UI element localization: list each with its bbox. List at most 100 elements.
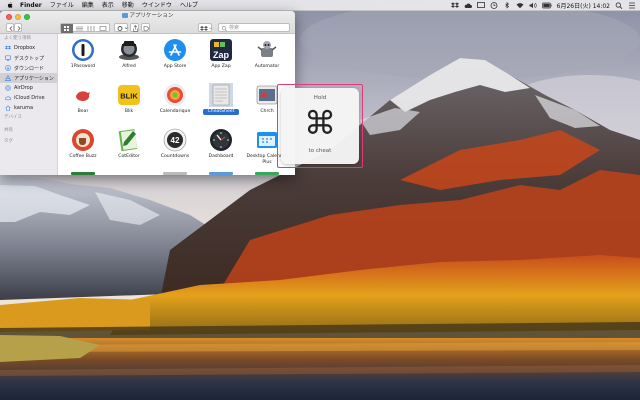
app-item-cheatsheet[interactable]: CheatSheet bbox=[197, 83, 245, 125]
dashboard-icon bbox=[210, 129, 232, 151]
app-item-coffee-buzz[interactable]: Coffee Buzz bbox=[59, 128, 107, 170]
time-machine-icon[interactable] bbox=[490, 2, 498, 9]
menu-file[interactable]: ファイル bbox=[50, 0, 74, 11]
sidebar-shared-header: 共有 bbox=[4, 128, 13, 133]
command-key-icon: ⌘ bbox=[304, 104, 336, 142]
sidebar-devices-header: デバイス bbox=[4, 115, 22, 120]
apple-menu-icon[interactable] bbox=[6, 1, 14, 9]
menu-help[interactable]: ヘルプ bbox=[180, 0, 198, 11]
sidebar-favorites-header: よく使う項目 bbox=[4, 36, 31, 41]
app-item-automator[interactable]: Automator bbox=[243, 38, 291, 80]
app-icon-partial-3 bbox=[209, 172, 233, 175]
menu-bar: Finder ファイル 編集 表示 移動 ウインドウ ヘルプ 6月26日(火) … bbox=[0, 0, 640, 11]
dropbox-status-icon[interactable] bbox=[450, 2, 459, 9]
menu-go[interactable]: 移動 bbox=[122, 0, 134, 11]
bluetooth-icon[interactable] bbox=[503, 2, 511, 9]
1password-icon bbox=[72, 39, 94, 61]
app-item-app-zap[interactable]: Zap App Zap bbox=[197, 38, 245, 80]
menu-window[interactable]: ウインドウ bbox=[142, 0, 172, 11]
search-input[interactable]: 検索 bbox=[218, 23, 290, 32]
dropbox-icon bbox=[200, 26, 212, 31]
menu-view[interactable]: 表示 bbox=[102, 0, 114, 11]
sidebar-item-label: karuma bbox=[14, 105, 34, 111]
app-label: Blik bbox=[124, 109, 134, 114]
chrch-icon bbox=[256, 85, 278, 105]
sidebar-item-label: ダウンロード bbox=[14, 65, 45, 72]
sidebar-item-downloads[interactable]: ダウンロード bbox=[0, 63, 57, 73]
cloud-status-icon[interactable] bbox=[464, 2, 472, 9]
app-item-calendarique[interactable]: Calendarique bbox=[151, 83, 199, 125]
app-icon-partial-2 bbox=[163, 172, 187, 175]
spotlight-icon[interactable] bbox=[615, 2, 623, 9]
app-item-dashboard[interactable]: Dashboard bbox=[197, 128, 245, 170]
app-label: CheatSheet bbox=[203, 109, 239, 115]
volume-icon[interactable] bbox=[529, 2, 537, 9]
action-menu-button[interactable] bbox=[114, 23, 128, 32]
app-label: App Zap bbox=[211, 64, 231, 69]
notification-center-icon[interactable] bbox=[628, 2, 636, 9]
view-mode-control[interactable] bbox=[60, 23, 110, 33]
sidebar-item-label: iCloud Drive bbox=[14, 95, 45, 101]
gear-icon bbox=[117, 26, 128, 31]
wifi-icon[interactable] bbox=[516, 2, 524, 9]
sidebar-item-desktop[interactable]: デスクトップ bbox=[0, 53, 57, 63]
view-mode-icons bbox=[61, 24, 107, 33]
app-store-icon bbox=[164, 39, 186, 61]
forward-button[interactable] bbox=[14, 23, 22, 32]
app-item-app-store[interactable]: App Store bbox=[151, 38, 199, 80]
sidebar-item-icloud[interactable]: iCloud Drive bbox=[0, 93, 57, 103]
app-item-countdowns[interactable]: 42 Countdowns bbox=[151, 128, 199, 170]
applications-icon bbox=[5, 75, 11, 81]
tag-button[interactable] bbox=[141, 23, 150, 32]
menu-edit[interactable]: 編集 bbox=[82, 0, 94, 11]
battery-icon[interactable] bbox=[541, 2, 552, 9]
app-label: Automator bbox=[254, 64, 280, 69]
downloads-icon bbox=[5, 65, 11, 71]
finder-window: アプリケーション 検索 よく使う項目 Dropbox デスクトップ ダウンロード… bbox=[0, 11, 295, 175]
window-title-text: アプリケーション bbox=[129, 13, 174, 19]
app-grid: 1Password Alfred App Store Zap App Zap A… bbox=[59, 35, 295, 175]
app-icon-partial-4 bbox=[255, 172, 279, 175]
app-label: Coffee Buzz bbox=[69, 154, 97, 159]
app-label: App Store bbox=[163, 64, 187, 69]
finder-toolbar: アプリケーション 検索 bbox=[0, 11, 295, 34]
app-label: CotEditor bbox=[118, 154, 140, 159]
sidebar-item-airdrop[interactable]: AirDrop bbox=[0, 83, 57, 93]
app-item-bear[interactable]: Bear bbox=[59, 83, 107, 125]
automator-icon bbox=[257, 41, 277, 57]
app-item-blik[interactable]: BLIK Blik bbox=[105, 83, 153, 125]
app-label: 1Password bbox=[70, 64, 96, 69]
coffee-buzz-icon bbox=[72, 129, 94, 151]
sidebar-item-home[interactable]: karuma bbox=[0, 103, 57, 113]
cheatsheet-hud: Hold ⌘ to cheat bbox=[281, 88, 359, 164]
chevron-right-icon bbox=[17, 26, 21, 31]
cheatsheet-icon bbox=[209, 83, 233, 107]
calendarique-icon bbox=[164, 84, 186, 106]
desktop-calendar-icon bbox=[257, 132, 277, 148]
display-status-icon[interactable] bbox=[476, 2, 485, 9]
sidebar-item-label: AirDrop bbox=[14, 85, 33, 91]
app-item-alfred[interactable]: Alfred bbox=[105, 38, 153, 80]
app-label: Alfred bbox=[122, 64, 136, 69]
coteditor-icon bbox=[118, 129, 138, 152]
app-item-coteditor[interactable]: CotEditor bbox=[105, 128, 153, 170]
search-placeholder: 検索 bbox=[229, 25, 240, 31]
icloud-icon bbox=[5, 96, 11, 101]
dropbox-toolbar-button[interactable] bbox=[198, 23, 212, 32]
desktop-icon bbox=[5, 55, 11, 61]
app-label: Bear bbox=[77, 109, 89, 114]
menu-finder[interactable]: Finder bbox=[20, 0, 42, 11]
finder-sidebar: よく使う項目 Dropbox デスクトップ ダウンロード アプリケーション Ai… bbox=[0, 34, 58, 175]
share-icon bbox=[133, 25, 138, 32]
status-area: 6月26日(火) 14:02 bbox=[450, 0, 636, 11]
alfred-icon bbox=[119, 41, 139, 60]
back-button[interactable] bbox=[6, 23, 14, 32]
bear-icon bbox=[72, 84, 94, 106]
sidebar-item-applications[interactable]: アプリケーション bbox=[0, 73, 57, 83]
app-item-1password[interactable]: 1Password bbox=[59, 38, 107, 80]
tag-icon bbox=[143, 26, 150, 31]
share-button[interactable] bbox=[130, 23, 139, 32]
airdrop-icon bbox=[5, 85, 11, 91]
sidebar-item-dropbox[interactable]: Dropbox bbox=[0, 43, 57, 53]
menu-clock[interactable]: 6月26日(火) 14:02 bbox=[557, 1, 610, 10]
